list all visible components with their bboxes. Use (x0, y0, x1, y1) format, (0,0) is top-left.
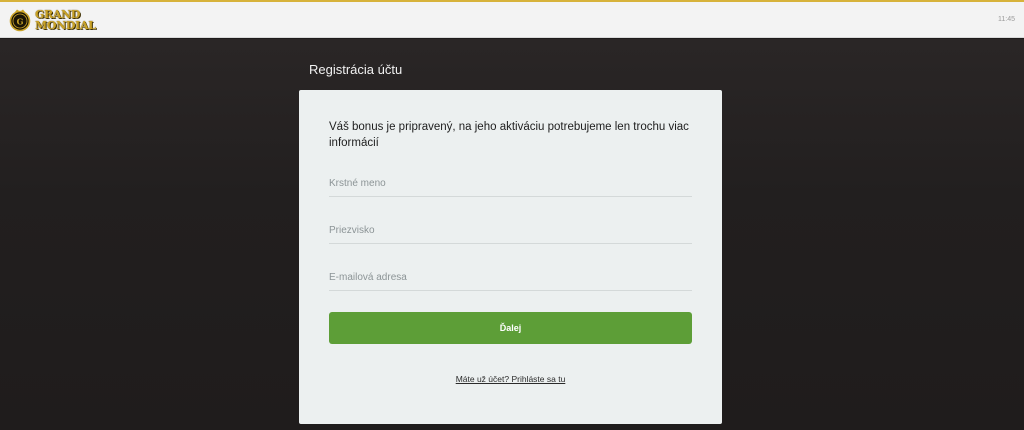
page-title: Registrácia účtu (309, 62, 403, 77)
bonus-intro-text: Váš bonus je pripravený, na jeho aktivác… (329, 121, 689, 149)
brand-logo[interactable]: G GRAND MONDIAL (8, 6, 104, 34)
registration-card: Váš bonus je pripravený, na jeho aktivác… (299, 90, 722, 424)
last-name-input[interactable] (329, 218, 692, 243)
clock-text: 11:45 (998, 16, 1015, 23)
crowned-gm-emblem-icon: G (9, 9, 31, 32)
brand-wordmark: GRAND MONDIAL (35, 9, 96, 31)
login-link[interactable]: Máte už účet? Prihláste sa tu (299, 374, 722, 384)
header-bar: G GRAND MONDIAL 11:45 (0, 2, 1024, 38)
first-name-field (329, 171, 692, 197)
svg-text:G: G (17, 17, 24, 27)
last-name-field (329, 218, 692, 244)
brand-wordmark-line2: MONDIAL (35, 19, 96, 32)
email-input[interactable] (329, 265, 692, 290)
next-button[interactable]: Ďalej (329, 312, 692, 344)
first-name-input[interactable] (329, 171, 692, 196)
email-field (329, 265, 692, 291)
